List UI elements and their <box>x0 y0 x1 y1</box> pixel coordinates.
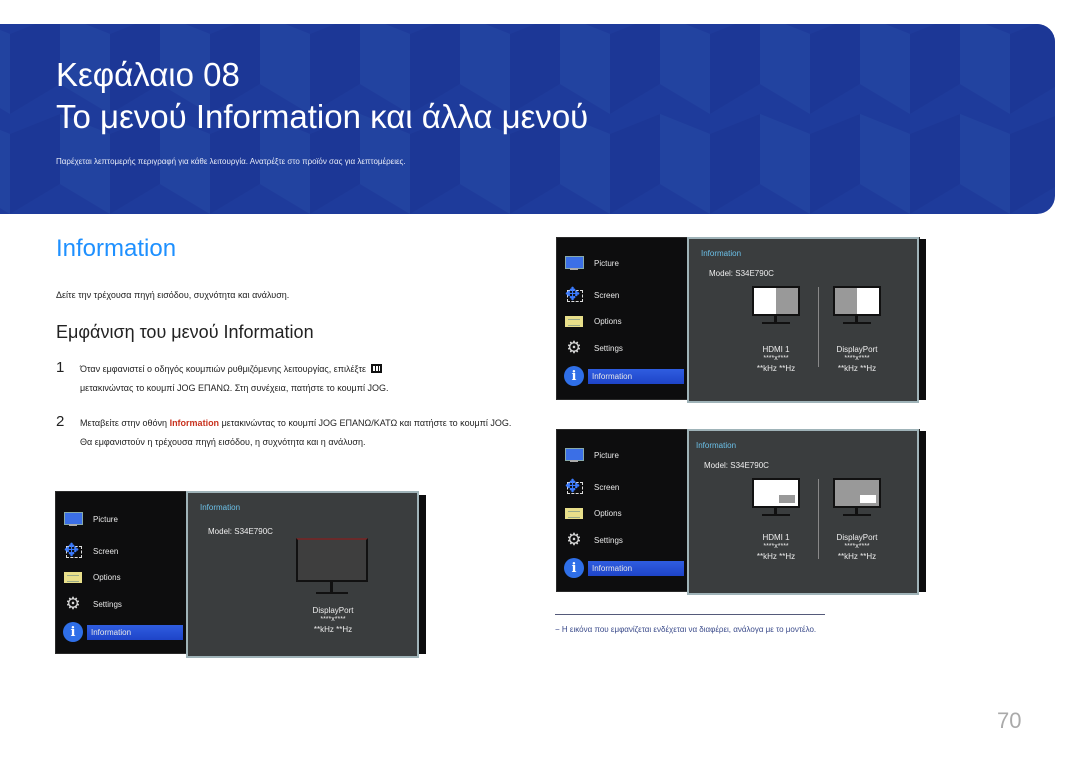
chapter-title: Το μενού Information και άλλα μενού <box>56 98 589 135</box>
info-panel: Information Model: S34E790C DisplayPort … <box>186 491 419 658</box>
options-icon <box>564 505 584 521</box>
picture-icon <box>63 511 83 527</box>
settings-icon: ⚙ <box>566 338 582 357</box>
footnote-divider <box>555 614 825 615</box>
panel-title: Information <box>696 441 737 450</box>
panel-title: Information <box>200 503 241 512</box>
picture-icon <box>564 255 584 271</box>
page-number: 70 <box>997 708 1022 733</box>
info-panel: Information Model: S34E790C HDMI 1 ****x… <box>687 237 919 403</box>
model-label: Model: S34E790C <box>208 527 273 536</box>
step-number: 1 <box>56 359 65 376</box>
model-label: Model: S34E790C <box>704 461 769 470</box>
osd-item-screen[interactable]: Screen <box>564 476 619 497</box>
section-description: Δείτε την τρέχουσα πηγή εισόδου, συχνότη… <box>56 290 290 300</box>
info-panel: Information Model: S34E790C HDMI 1 ****x… <box>687 429 919 595</box>
osd-item-picture[interactable]: Picture <box>564 445 619 465</box>
osd-item-settings[interactable]: ⚙ Settings <box>564 338 623 358</box>
osd-item-picture[interactable]: Picture <box>564 253 619 273</box>
screen-icon <box>63 540 83 560</box>
options-icon <box>63 569 83 585</box>
source-info-hdmi: HDMI 1 ****x**** **kHz **Hz <box>756 533 796 561</box>
screen-icon <box>564 284 584 304</box>
step-number: 2 <box>56 413 65 430</box>
osd-item-picture[interactable]: Picture <box>63 509 118 529</box>
source-info-hdmi: HDMI 1 ****x**** **kHz **Hz <box>756 345 796 373</box>
osd-item-information[interactable]: i Information <box>63 622 183 642</box>
info-icon: i <box>63 622 83 642</box>
osd-scrollbar <box>418 495 426 654</box>
options-icon <box>564 313 584 329</box>
osd-scrollbar <box>918 431 926 592</box>
osd-item-screen[interactable]: Screen <box>63 540 118 561</box>
picture-icon <box>564 447 584 463</box>
settings-icon: ⚙ <box>566 530 582 549</box>
source-info-displayport: DisplayPort ****x**** **kHz **Hz <box>836 533 878 561</box>
osd-item-settings[interactable]: ⚙ Settings <box>564 530 623 550</box>
chapter-number: Κεφάλαιο 08 <box>56 56 240 93</box>
chapter-banner: Κεφάλαιο 08 Το μενού Information και άλλ… <box>0 24 1055 214</box>
osd-item-information[interactable]: i Information <box>564 366 684 386</box>
source-info: DisplayPort ****x**** **kHz **Hz <box>312 606 354 634</box>
model-label: Model: S34E790C <box>709 269 774 278</box>
screen-icon <box>564 476 584 496</box>
subsection-title: Εμφάνιση του μενού Information <box>56 322 314 342</box>
highlight-information: Information <box>169 418 220 428</box>
step-text: Όταν εμφανιστεί ο οδηγός κουμπιών ρυθμιζ… <box>80 364 389 393</box>
source-info-displayport: DisplayPort ****x**** **kHz **Hz <box>836 345 878 373</box>
panel-title: Information <box>701 249 742 258</box>
chapter-subtitle: Παρέχεται λεπτομερής περιγραφή για κάθε … <box>56 157 406 166</box>
osd-item-options[interactable]: Options <box>63 567 121 587</box>
osd-item-options[interactable]: Options <box>564 503 622 523</box>
step-text: Μεταβείτε στην οθόνη Information μετακιν… <box>80 418 512 447</box>
osd-item-screen[interactable]: Screen <box>564 284 619 305</box>
osd-item-settings[interactable]: ⚙ Settings <box>63 594 122 614</box>
osd-item-options[interactable]: Options <box>564 311 622 331</box>
footnote: − Η εικόνα που εμφανίζεται ενδέχεται να … <box>555 625 817 634</box>
menu-icon <box>370 364 382 373</box>
settings-icon: ⚙ <box>65 594 81 613</box>
section-title: Information <box>56 235 177 262</box>
info-icon: i <box>564 366 584 386</box>
osd-item-information[interactable]: i Information <box>564 558 684 578</box>
info-icon: i <box>564 558 584 578</box>
osd-scrollbar <box>918 239 926 400</box>
